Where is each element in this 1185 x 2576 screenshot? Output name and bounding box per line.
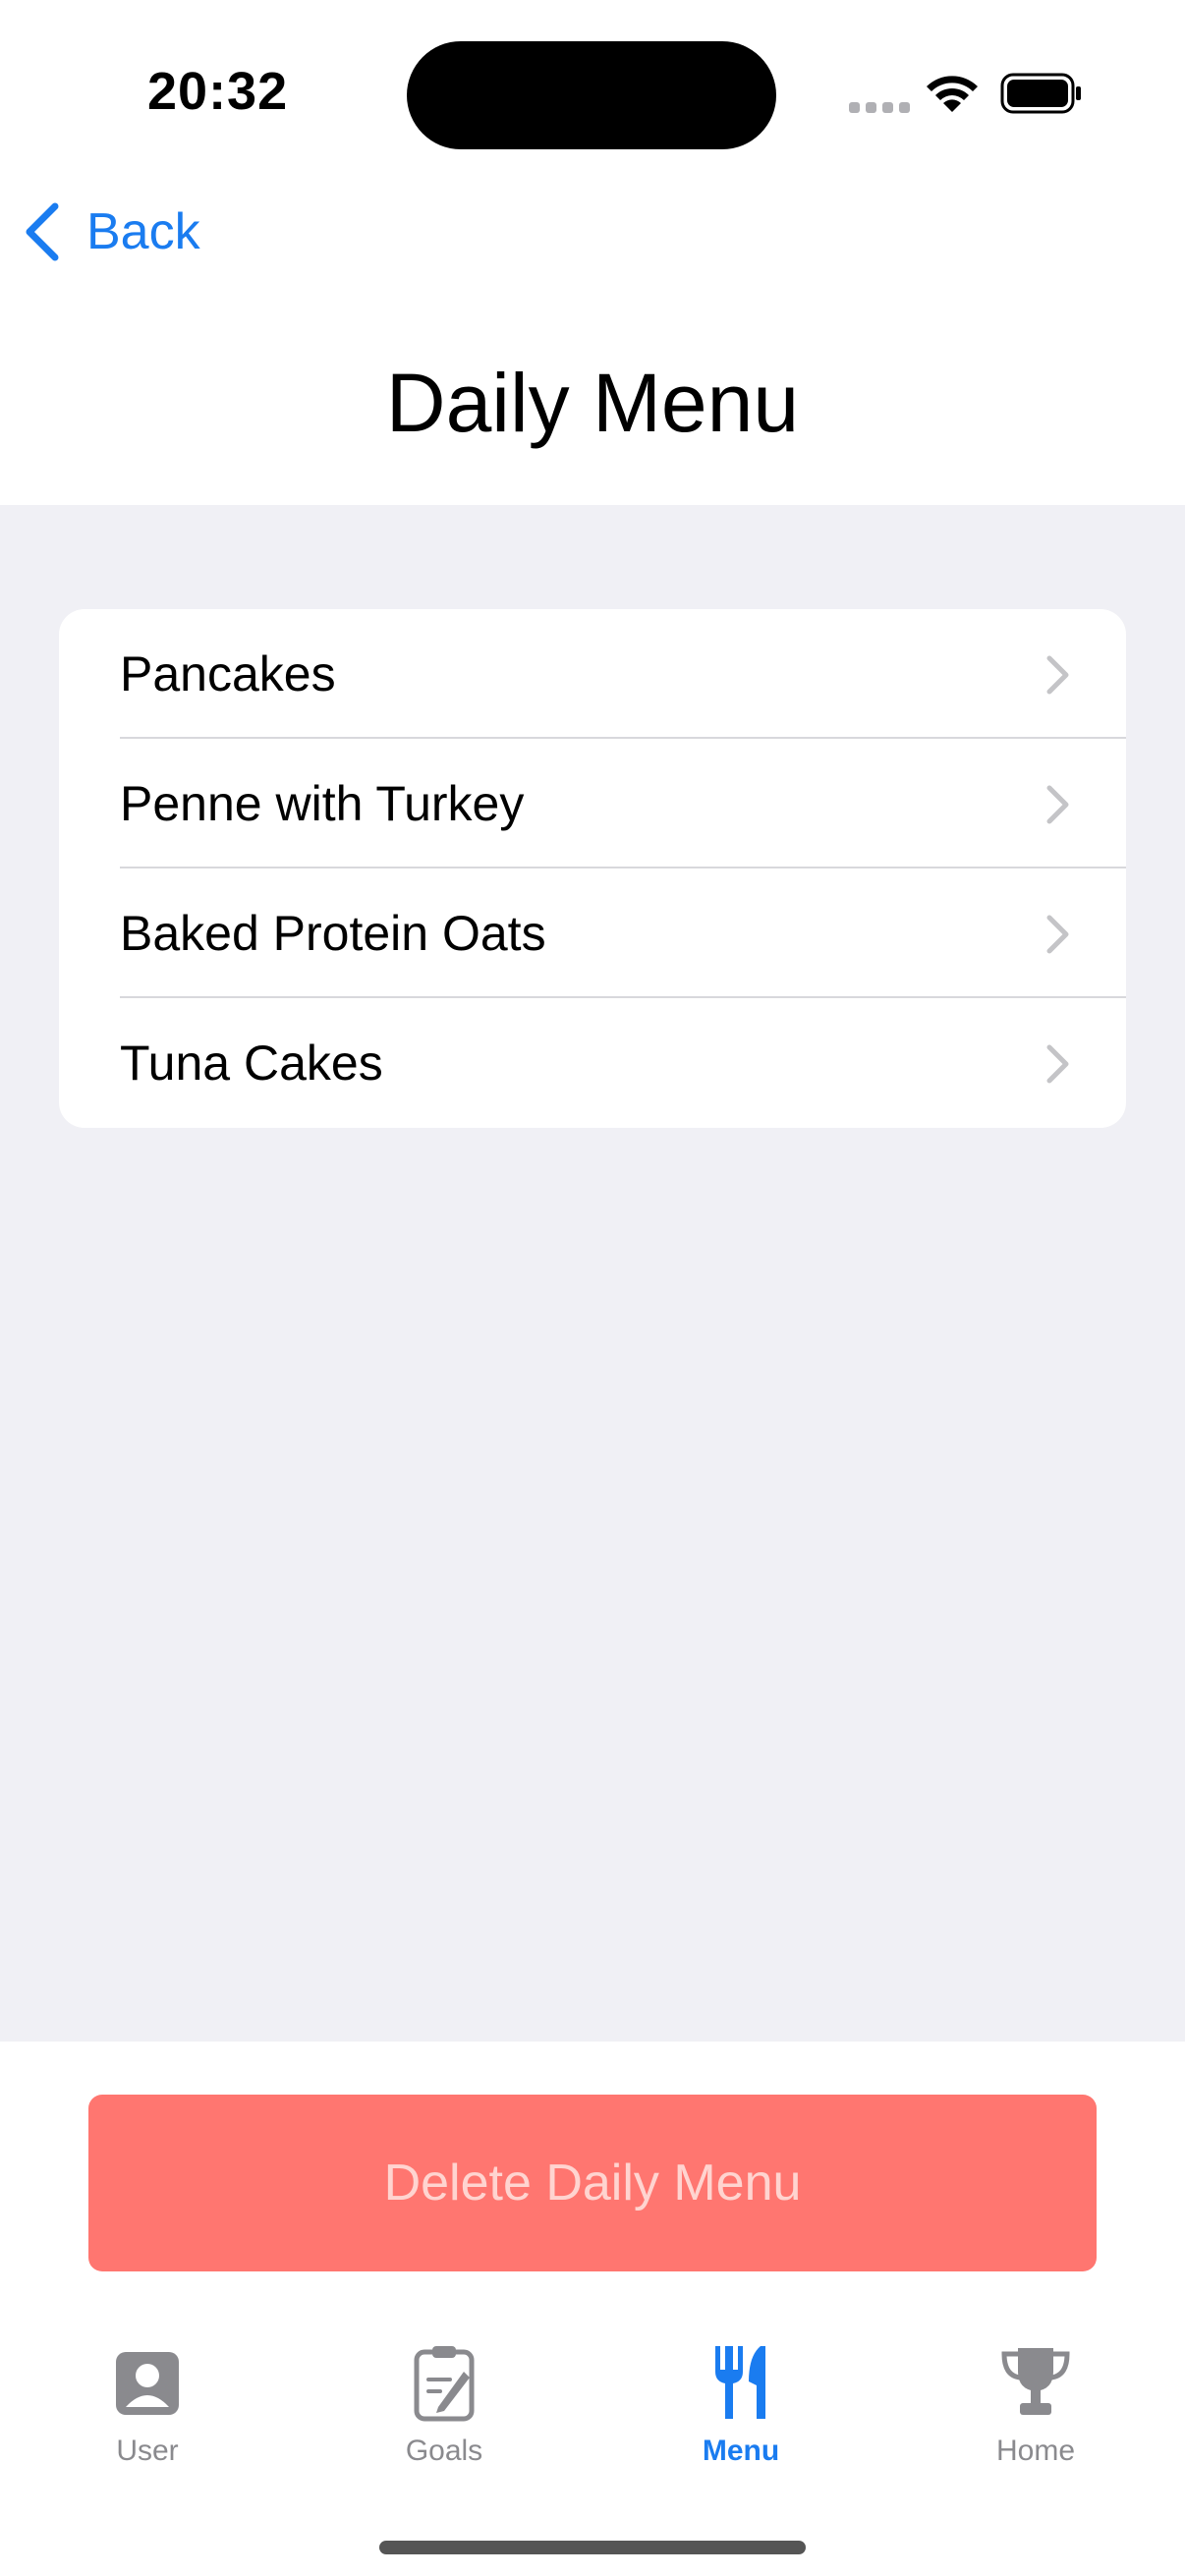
chevron-right-icon xyxy=(1046,785,1069,824)
fork-knife-icon xyxy=(715,2346,765,2419)
menu-list: Pancakes Penne with Turkey Baked Protein… xyxy=(59,609,1126,1128)
tab-menu[interactable]: Menu xyxy=(643,2342,839,2490)
menu-item-pancakes[interactable]: Pancakes xyxy=(59,609,1126,739)
menu-item-tuna-cakes[interactable]: Tuna Cakes xyxy=(59,998,1126,1128)
trophy-icon xyxy=(1001,2348,1070,2415)
battery-icon xyxy=(1000,73,1081,114)
delete-daily-menu-button[interactable]: Delete Daily Menu xyxy=(88,2095,1097,2271)
menu-item-label: Tuna Cakes xyxy=(120,1036,383,1091)
back-label: Back xyxy=(86,203,200,260)
menu-item-label: Penne with Turkey xyxy=(120,776,525,831)
chevron-left-icon xyxy=(26,202,59,261)
dynamic-island xyxy=(407,41,776,149)
menu-item-penne-with-turkey[interactable]: Penne with Turkey xyxy=(59,739,1126,868)
delete-button-label: Delete Daily Menu xyxy=(383,2155,802,2212)
home-indicator[interactable] xyxy=(379,2541,806,2554)
cellular-signal-icon xyxy=(849,102,910,113)
tab-label: Goals xyxy=(405,2435,483,2467)
clipboard-icon xyxy=(414,2346,475,2422)
tab-label: Home xyxy=(995,2435,1076,2467)
tab-label: Menu xyxy=(702,2435,780,2467)
menu-item-baked-protein-oats[interactable]: Baked Protein Oats xyxy=(59,868,1126,998)
chevron-right-icon xyxy=(1046,915,1069,954)
menu-item-label: Baked Protein Oats xyxy=(120,906,546,961)
back-button[interactable]: Back xyxy=(22,196,200,267)
page-title: Daily Menu xyxy=(385,357,800,449)
user-icon xyxy=(116,2352,179,2415)
status-time: 20:32 xyxy=(147,62,289,121)
tab-goals[interactable]: Goals xyxy=(346,2342,542,2490)
tab-bar: User Goals Menu Home xyxy=(0,2342,1185,2490)
content-area: Pancakes Penne with Turkey Baked Protein… xyxy=(0,505,1185,2042)
tab-label: User xyxy=(116,2435,179,2467)
chevron-right-icon xyxy=(1046,655,1069,695)
status-bar: 20:32 xyxy=(0,0,1185,177)
tab-user[interactable]: User xyxy=(49,2342,246,2490)
tab-home[interactable]: Home xyxy=(937,2342,1134,2490)
wifi-icon xyxy=(927,76,978,112)
chevron-right-icon xyxy=(1046,1044,1069,1084)
menu-item-label: Pancakes xyxy=(120,646,336,701)
bottom-area: Delete Daily Menu User Goals Menu Home xyxy=(0,2042,1185,2576)
